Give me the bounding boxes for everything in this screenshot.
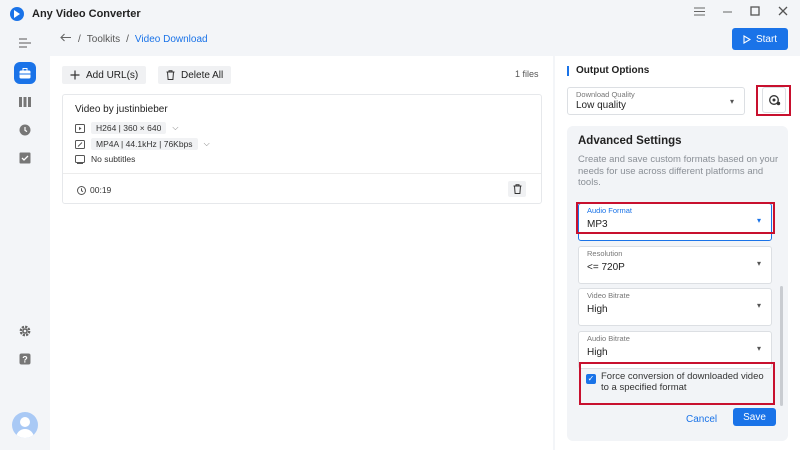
minimize-icon[interactable] (720, 5, 734, 19)
video-track-icon (75, 123, 85, 133)
audio-info: MP4A | 44.1kHz | 76Kbps (91, 138, 198, 150)
force-conversion-checkbox[interactable]: ✓ (586, 374, 596, 384)
sidebar-item-toolkits[interactable] (14, 62, 36, 84)
caret-down-icon: ▾ (756, 344, 761, 353)
video-bitrate-label: Video Bitrate (587, 291, 630, 300)
audio-track-icon (75, 139, 85, 149)
audio-bitrate-select[interactable]: Audio Bitrate High ▾ (578, 331, 772, 369)
plus-icon (70, 70, 80, 80)
window-controls (692, 5, 790, 19)
chevron-down-icon[interactable]: ⌵ (204, 139, 210, 149)
audio-bitrate-value: High (587, 347, 608, 358)
audio-info-row[interactable]: MP4A | 44.1kHz | 76Kbps ⌵ (75, 138, 210, 150)
sidebar-item-library[interactable] (14, 91, 36, 113)
file-card[interactable]: Video by justinbieber H264 | 360 × 640 ⌵… (62, 94, 542, 204)
settings-scrollbar[interactable] (780, 286, 783, 406)
force-conversion-option[interactable]: ✓ Force conversion of downloaded video t… (586, 371, 771, 393)
download-quality-value: Low quality (576, 100, 627, 111)
resolution-label: Resolution (587, 249, 623, 258)
advanced-settings-card: Advanced Settings Create and save custom… (567, 126, 788, 441)
delete-file-button[interactable] (508, 181, 526, 197)
duration: 00:19 (77, 185, 111, 195)
audio-format-label: Audio Format (587, 206, 633, 215)
start-button[interactable]: Start (732, 28, 788, 50)
app-logo-icon (10, 7, 24, 21)
add-urls-button[interactable]: Add URL(s) (62, 66, 147, 84)
close-icon[interactable] (776, 5, 790, 19)
svg-text:?: ? (22, 354, 28, 364)
trash-icon (513, 184, 521, 194)
breadcrumb-separator: / (78, 33, 81, 45)
download-quality-label: Download Quality (576, 90, 635, 99)
video-info: H264 | 360 × 640 (91, 122, 167, 134)
save-button[interactable]: Save (733, 408, 776, 426)
resolution-select[interactable]: Resolution <= 720P ▾ (578, 246, 772, 284)
subtitles-info: No subtitles (91, 154, 136, 164)
breadcrumb: / Toolkits / Video Download (60, 33, 208, 45)
user-avatar[interactable] (12, 412, 38, 438)
audio-format-value: MP3 (587, 219, 608, 230)
main-panel: Add URL(s) Delete All 1 files Video by j… (50, 56, 553, 450)
advanced-settings-title: Advanced Settings (578, 135, 682, 147)
breadcrumb-current: Video Download (134, 33, 208, 45)
caret-down-icon: ▾ (756, 216, 761, 225)
cancel-button[interactable]: Cancel (686, 414, 717, 425)
delete-all-label: Delete All (181, 69, 224, 81)
caret-down-icon: ▾ (729, 97, 734, 106)
app-title: Any Video Converter (32, 8, 141, 20)
advanced-settings-button[interactable] (762, 87, 786, 113)
force-conversion-label: Force conversion of downloaded video to … (601, 371, 764, 393)
chevron-down-icon[interactable]: ⌵ (172, 123, 178, 133)
trash-icon (166, 70, 175, 80)
advanced-settings-description: Create and save custom formats based on … (578, 154, 779, 188)
subtitles-icon (75, 154, 85, 164)
clock-icon (77, 185, 86, 195)
subtitles-row: No subtitles (75, 154, 135, 164)
output-options-title: Output Options (567, 66, 649, 76)
start-button-label: Start (755, 33, 778, 45)
sidebar: ? (0, 28, 50, 450)
video-info-row[interactable]: H264 | 360 × 640 ⌵ (75, 122, 178, 134)
play-icon (743, 34, 751, 44)
title-bar: Any Video Converter (0, 0, 800, 28)
duration-value: 00:19 (90, 185, 112, 195)
collapse-sidebar-icon[interactable] (14, 32, 36, 54)
audio-format-select[interactable]: Audio Format MP3 ▾ (578, 203, 772, 241)
settings-gear-icon[interactable] (14, 320, 36, 342)
resolution-value: <= 720P (587, 262, 625, 273)
files-count: 1 files (515, 69, 539, 79)
file-title: Video by justinbieber (75, 104, 168, 115)
advanced-settings-icon (768, 95, 780, 106)
caret-down-icon: ▾ (756, 259, 761, 268)
card-divider (63, 173, 541, 174)
download-quality-select[interactable]: Download Quality Low quality ▾ (567, 87, 745, 115)
delete-all-button[interactable]: Delete All (158, 66, 232, 84)
sidebar-item-history[interactable] (14, 119, 36, 141)
sidebar-item-tasks[interactable] (14, 147, 36, 169)
back-arrow-icon[interactable] (60, 33, 72, 45)
video-bitrate-value: High (587, 304, 608, 315)
maximize-icon[interactable] (748, 5, 762, 19)
output-options-panel: Output Options Download Quality Low qual… (555, 56, 800, 450)
audio-bitrate-label: Audio Bitrate (587, 334, 630, 343)
hamburger-icon[interactable] (692, 5, 706, 19)
help-icon[interactable]: ? (14, 348, 36, 370)
video-bitrate-select[interactable]: Video Bitrate High ▾ (578, 288, 772, 326)
caret-down-icon: ▾ (756, 301, 761, 310)
add-urls-label: Add URL(s) (86, 69, 139, 81)
breadcrumb-separator: / (126, 33, 129, 45)
breadcrumb-root[interactable]: Toolkits (87, 34, 120, 45)
